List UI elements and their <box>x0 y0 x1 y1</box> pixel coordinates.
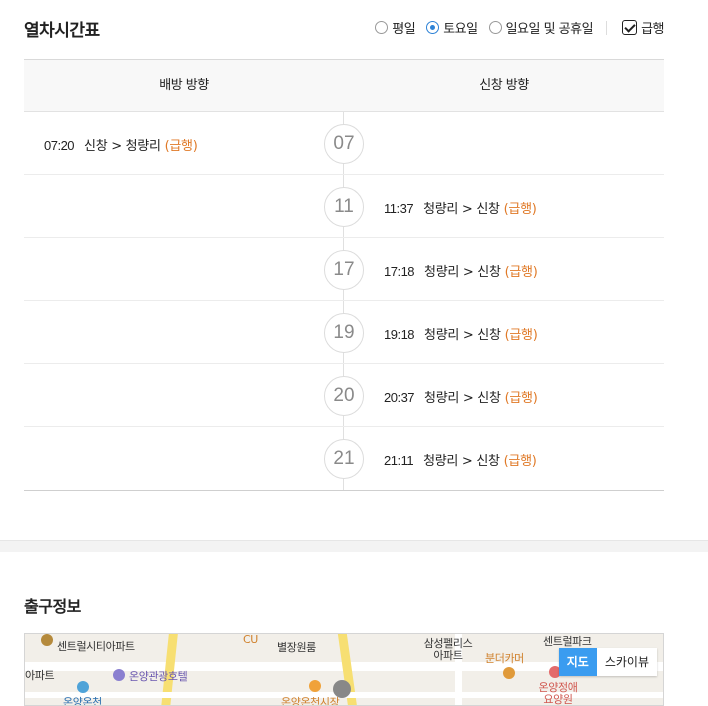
filter-label: 일요일 및 공휴일 <box>505 22 594 37</box>
map-label: 센트럴시티아파트 <box>57 640 135 653</box>
map-label: 온양온천시장 <box>281 696 340 706</box>
skyview-button[interactable]: 스카이뷰 <box>596 648 657 676</box>
express-tag: (급행) <box>503 454 537 469</box>
route-label: 청량리 > 신창 <box>424 265 501 280</box>
express-tag: (급행) <box>504 265 538 280</box>
express-tag: (급행) <box>504 391 538 406</box>
day-filter-group: 평일 토요일 일요일 및 공휴일 급행 <box>364 18 664 37</box>
route-label: 청량리 > 신창 <box>423 202 500 217</box>
exit-map[interactable]: 센트럴시티아파트 CU 별장원룸 삼성펠리스 아파트 센트럴파크 아파트 온양관… <box>24 633 664 706</box>
map-label: 아파트 <box>25 669 55 682</box>
filter-sunday-holiday-radio[interactable]: 일요일 및 공휴일 <box>488 18 594 37</box>
map-view-button[interactable]: 지도 <box>558 648 597 676</box>
checkbox-checked-icon <box>622 20 638 35</box>
departure-sinchang: 19:18 청량리 > 신창 (급행) <box>384 324 538 343</box>
map-label: CU <box>243 633 258 646</box>
radio-selected-icon <box>426 21 440 34</box>
table-row: 17 17:18 청량리 > 신창 (급행) <box>24 238 664 301</box>
map-cafe-icon <box>503 667 515 679</box>
filter-label: 평일 <box>392 22 416 37</box>
filter-label: 토요일 <box>443 22 478 37</box>
departure-sinchang: 17:18 청량리 > 신창 (급행) <box>384 261 538 280</box>
map-label: 온양관광호텔 <box>129 670 188 683</box>
departure-baebang: 07:20 신창 > 청량리 (급행) <box>44 135 198 154</box>
table-row: 11 11:37 청량리 > 신창 (급행) <box>24 175 664 238</box>
exit-info-title: 출구정보 <box>24 597 81 616</box>
table-row: 21 21:11 청량리 > 신창 (급행) <box>24 427 664 490</box>
map-label: 삼성펠리스 아파트 <box>423 637 473 662</box>
timetable-header-row: 배방 방향 신창 방향 <box>24 60 664 112</box>
express-tag: (급행) <box>504 328 538 343</box>
column-header-sinchang: 신창 방향 <box>479 78 529 93</box>
express-checkbox[interactable]: 급행 <box>622 18 664 37</box>
route-label: 신창 > 청량리 <box>84 139 161 154</box>
map-view-toggle: 지도 스카이뷰 <box>558 648 657 676</box>
divider <box>606 20 608 35</box>
departure-time: 19:18 <box>384 327 415 342</box>
timetable-body: 07 07:20 신창 > 청량리 (급행) 11 11:37 청량리 > 신창 (급행) 17… <box>24 112 664 490</box>
timetable: 배방 방향 신창 방향 07 07:20 신창 > 청량리 (급행) 11 11:37 청량… <box>24 59 664 491</box>
route-label: 청량리 > 신창 <box>423 454 500 469</box>
column-header-baebang: 배방 방향 <box>159 78 209 93</box>
express-tag: (급행) <box>503 202 537 217</box>
map-label: 온양온천 <box>63 696 102 706</box>
departure-time: 17:18 <box>384 264 415 279</box>
map-label: 별장원룸 <box>277 641 316 654</box>
table-row: 07 07:20 신창 > 청량리 (급행) <box>24 112 664 175</box>
map-bus-icon <box>333 680 351 698</box>
hour-badge: 20 <box>324 376 364 416</box>
hour-badge: 19 <box>324 313 364 353</box>
departure-time: 11:37 <box>384 201 414 216</box>
hour-badge: 21 <box>324 439 364 479</box>
radio-icon <box>488 21 502 34</box>
map-label: 온양정애 요양원 <box>538 681 578 706</box>
departure-sinchang: 21:11 청량리 > 신창 (급행) <box>384 450 537 469</box>
map-label: 센트럴파크 <box>543 635 592 648</box>
filter-weekday-radio[interactable]: 평일 <box>375 18 416 37</box>
departure-time: 21:11 <box>384 453 414 468</box>
map-hotel-icon <box>113 669 125 681</box>
departure-sinchang: 11:37 청량리 > 신창 (급행) <box>384 198 537 217</box>
express-tag: (급행) <box>164 139 198 154</box>
radio-icon <box>375 21 389 34</box>
departure-time: 07:20 <box>44 138 75 153</box>
departure-time: 20:37 <box>384 390 415 405</box>
map-poi-icon <box>77 681 89 693</box>
express-checkbox-label: 급행 <box>641 22 664 37</box>
map-label: 분더카머 <box>485 652 524 665</box>
page-title: 열차시간표 <box>24 21 100 41</box>
table-row: 19 19:18 청량리 > 신창 (급행) <box>24 301 664 364</box>
hour-badge: 11 <box>324 187 364 227</box>
table-row: 20 20:37 청량리 > 신창 (급행) <box>24 364 664 427</box>
map-market-icon <box>309 680 321 692</box>
timetable-header: 열차시간표 평일 토요일 일요일 및 공휴일 급행 <box>24 14 664 44</box>
departure-sinchang: 20:37 청량리 > 신창 (급행) <box>384 387 538 406</box>
section-divider <box>0 540 708 552</box>
map-poi-icon <box>41 634 53 646</box>
hour-badge: 07 <box>324 124 364 164</box>
hour-badge: 17 <box>324 250 364 290</box>
filter-saturday-radio[interactable]: 토요일 <box>426 18 478 37</box>
route-label: 청량리 > 신창 <box>424 328 501 343</box>
route-label: 청량리 > 신창 <box>424 391 501 406</box>
